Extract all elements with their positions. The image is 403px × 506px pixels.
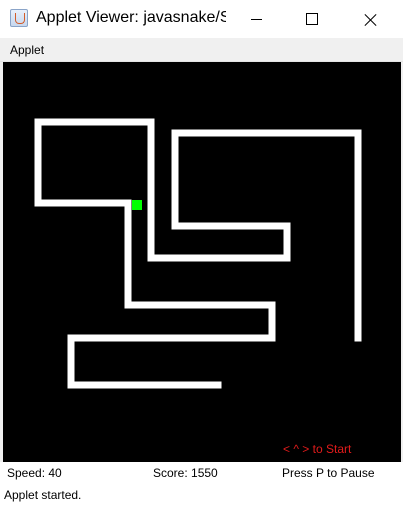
applet-viewer-window: Applet Viewer: javasnake/S... Applet < ^… [0,0,403,506]
game-status-bar: Speed: 40 Score: 1550 Press P to Pause [0,462,403,483]
pause-hint: Press P to Pause [282,466,375,480]
applet-status-bar: Applet started. [0,483,403,506]
snake-body [34,118,362,389]
close-button[interactable] [347,0,393,38]
snake-field [34,118,362,389]
minimize-icon [250,18,262,20]
title-bar[interactable]: Applet Viewer: javasnake/S... [0,0,403,38]
applet-status-text: Applet started. [4,488,82,502]
start-hint: < ^ > to Start [283,442,352,456]
minimize-button[interactable] [233,0,279,38]
maximize-icon [306,13,318,25]
maximize-button[interactable] [289,0,335,38]
close-icon [364,13,377,26]
score-label: Score: 1550 [153,466,218,480]
speed-label: Speed: 40 [7,466,62,480]
game-canvas[interactable]: < ^ > to Start [3,62,401,462]
menu-bar: Applet [0,38,403,62]
menu-applet[interactable]: Applet [10,43,44,57]
window-title: Applet Viewer: javasnake/S... [36,9,226,26]
food-pellet [132,200,142,210]
java-app-icon[interactable] [10,9,28,27]
